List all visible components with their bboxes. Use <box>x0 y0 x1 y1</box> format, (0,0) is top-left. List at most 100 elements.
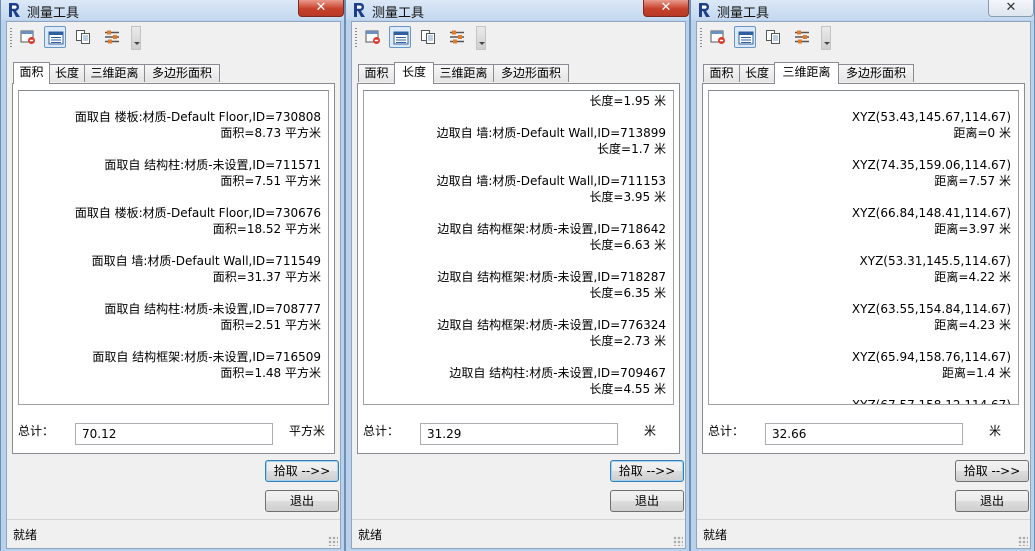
toolbar-overflow-button[interactable] <box>821 26 831 50</box>
list-item-value: 长度=3.95 米 <box>589 190 666 204</box>
tab-panel: XYZ(53.43,145.67,114.67) 距离=0 米 XYZ(74.35… <box>702 83 1025 454</box>
list-item-source: 边取自 结构柱:材质-未设置,ID=709467 <box>449 366 666 380</box>
tab-3d-distance[interactable]: 三维距离 <box>774 62 839 84</box>
tab-area[interactable]: 面积 <box>358 64 395 82</box>
list-item: 面取自 结构柱:材质-未设置,ID=708777 面积=2.51 平方米 <box>19 301 321 333</box>
tab-polygon-area[interactable]: 多边形面积 <box>144 64 220 82</box>
status-bar: 就绪 <box>352 519 685 548</box>
list-item-coordinate: XYZ(53.31,145.5,114.67) <box>859 254 1011 268</box>
resize-grip[interactable] <box>328 536 338 546</box>
tab-3d-distance[interactable]: 三维距离 <box>84 64 145 82</box>
window-title: 测量工具 <box>717 6 770 21</box>
toolbar-button-copy[interactable] <box>417 26 439 48</box>
results-list[interactable]: 长度=1.95 米 边取自 墙:材质-Default Wall,ID=71389… <box>363 90 674 405</box>
list-item-source: 边取自 结构框架:材质-未设置,ID=718287 <box>437 270 666 284</box>
toolbar-button-copy[interactable] <box>72 26 94 48</box>
unit-label: 米 <box>644 424 657 438</box>
unit-label: 平方米 <box>289 424 326 438</box>
toolbar-button-settings[interactable] <box>101 26 123 48</box>
copy-icon <box>421 30 435 44</box>
list-item-value: 长度=6.63 米 <box>589 238 666 252</box>
list-item-value: 距离=4.22 米 <box>934 270 1011 284</box>
status-text: 就绪 <box>358 528 383 542</box>
pick-button[interactable]: 拾取 -->> <box>265 460 339 482</box>
list-item-value: 距离=0 米 <box>953 126 1011 140</box>
total-label: 总计： <box>708 424 745 438</box>
list-item-source: 面取自 楼板:材质-Default Floor,ID=730808 <box>74 110 321 124</box>
title-bar[interactable]: 测量工具 ✕ <box>1 0 344 21</box>
list-item: 边取自 结构框架:材质-未设置,ID=776324 长度=2.73 米 <box>364 317 666 349</box>
list-view-icon <box>393 31 409 45</box>
list-item-value: 距离=4.23 米 <box>934 318 1011 332</box>
list-item-value: 面积=31.37 平方米 <box>212 270 321 284</box>
status-bar: 就绪 <box>7 519 340 548</box>
list-item-source: 边取自 墙:材质-Default Wall,ID=713899 <box>436 126 666 140</box>
revit-logo-icon <box>699 3 710 17</box>
tab-area[interactable]: 面积 <box>703 64 740 82</box>
toolbar-overflow-button[interactable] <box>131 26 141 50</box>
list-item-value: 面积=7.51 平方米 <box>220 174 321 188</box>
list-item: 面取自 楼板:材质-Default Floor,ID=730808 面积=8.73… <box>19 109 321 141</box>
list-item-value: 距离=1.4 米 <box>942 366 1011 380</box>
toolbar-button-delete[interactable] <box>17 26 39 48</box>
list-item: 边取自 墙:材质-Default Wall,ID=711153 长度=3.95 米 <box>364 173 666 205</box>
list-item: XYZ(67.57,158.12,114.67) <box>709 397 1011 404</box>
resize-grip[interactable] <box>673 536 683 546</box>
resize-grip[interactable] <box>1018 536 1028 546</box>
toolbar-button-list[interactable] <box>44 26 66 48</box>
list-item-source: 面取自 楼板:材质-Default Floor,ID=730676 <box>74 206 321 220</box>
tab-3d-distance[interactable]: 三维距离 <box>433 64 494 82</box>
list-item-coordinate: XYZ(53.43,145.67,114.67) <box>851 110 1011 124</box>
toolbar-button-settings[interactable] <box>791 26 813 48</box>
close-button[interactable]: ✕ <box>643 0 689 17</box>
title-bar[interactable]: 测量工具 ✕ <box>691 0 1034 21</box>
toolbar-button-settings[interactable] <box>446 26 468 48</box>
toolbar <box>352 22 685 54</box>
settings-sliders-icon <box>450 30 464 44</box>
tab-polygon-area[interactable]: 多边形面积 <box>493 64 569 82</box>
pick-button[interactable]: 拾取 -->> <box>955 460 1029 482</box>
window-client: 面积 长度 三维距离 多边形面积 面取自 楼板:材质-Default Floor… <box>6 21 341 549</box>
toolbar-overflow-button[interactable] <box>476 26 486 50</box>
list-item-value: 距离=3.97 米 <box>934 222 1011 236</box>
tab-area[interactable]: 面积 <box>13 62 50 84</box>
tab-panel: 长度=1.95 米 边取自 墙:材质-Default Wall,ID=71389… <box>357 83 680 454</box>
exit-button[interactable]: 退出 <box>610 490 684 512</box>
list-item-value: 长度=2.73 米 <box>589 334 666 348</box>
list-item: 面取自 结构柱:材质-未设置,ID=711571 面积=7.51 平方米 <box>19 157 321 189</box>
measure-window-3d-distance: 测量工具 ✕ 面积 长度 三维距离 多边形面积 XYZ(53.43,145.67… <box>690 0 1035 551</box>
total-field[interactable] <box>75 423 273 445</box>
toolbar <box>7 22 340 54</box>
window-client: 面积 长度 三维距离 多边形面积 XYZ(53.43,145.67,114.67… <box>696 21 1031 549</box>
close-button[interactable]: ✕ <box>988 0 1034 17</box>
toolbar-grip[interactable] <box>355 28 357 48</box>
toolbar-button-copy[interactable] <box>762 26 784 48</box>
toolbar-grip[interactable] <box>10 28 12 48</box>
close-button[interactable]: ✕ <box>298 0 344 17</box>
exit-button[interactable]: 退出 <box>265 490 339 512</box>
toolbar-button-delete[interactable] <box>362 26 384 48</box>
toolbar-button-list[interactable] <box>734 26 756 48</box>
total-field[interactable] <box>765 423 963 445</box>
total-field[interactable] <box>420 423 618 445</box>
results-list[interactable]: XYZ(53.43,145.67,114.67) 距离=0 米 XYZ(74.35… <box>708 90 1019 405</box>
toolbar-grip[interactable] <box>700 28 702 48</box>
tab-length[interactable]: 长度 <box>49 64 85 82</box>
list-item-coordinate: XYZ(66.84,148.41,114.67) <box>851 206 1011 220</box>
list-item-value: 面积=18.52 平方米 <box>212 222 321 236</box>
results-list[interactable]: 面取自 楼板:材质-Default Floor,ID=730808 面积=8.73… <box>18 90 329 405</box>
revit-logo-icon <box>9 3 20 17</box>
toolbar-button-list[interactable] <box>389 26 411 48</box>
tab-length[interactable]: 长度 <box>739 64 775 82</box>
list-item: 边取自 结构框架:材质-未设置,ID=718642 长度=6.63 米 <box>364 221 666 253</box>
tab-polygon-area[interactable]: 多边形面积 <box>838 64 914 82</box>
toolbar-button-delete[interactable] <box>707 26 729 48</box>
pick-button[interactable]: 拾取 -->> <box>610 460 684 482</box>
list-item-value: 长度=6.35 米 <box>589 286 666 300</box>
tab-length[interactable]: 长度 <box>394 62 434 84</box>
exit-button[interactable]: 退出 <box>955 490 1029 512</box>
toolbar <box>697 22 1030 54</box>
title-bar[interactable]: 测量工具 ✕ <box>346 0 689 21</box>
list-item: XYZ(74.35,159.06,114.67) 距离=7.57 米 <box>709 157 1011 189</box>
settings-sliders-icon <box>105 30 119 44</box>
